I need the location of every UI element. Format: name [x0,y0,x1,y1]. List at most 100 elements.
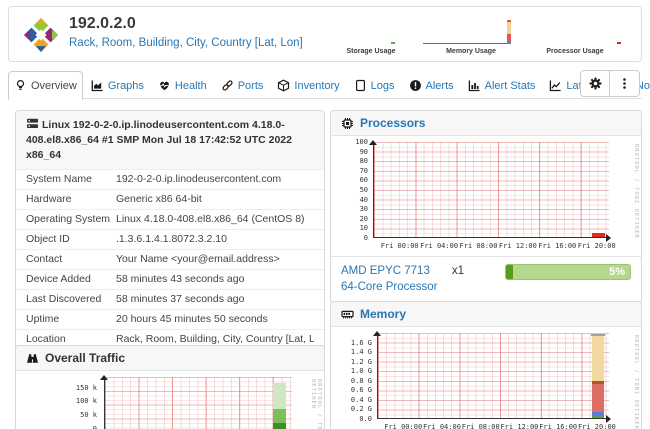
y-axis-arrow-icon [369,136,377,145]
x-tick: Fri 04:00 [420,242,458,250]
tab-alerts[interactable]: Alerts [403,72,460,99]
y-tick: 1.0 G [351,367,372,375]
row-label: Last Discovered [26,293,116,305]
y-tick: 40 [360,196,368,204]
y-tick: 0.0 [359,415,372,423]
memory-title: Memory [360,307,406,321]
cpu-usage-fill [506,265,513,279]
x-tick: Fri 00:00 [384,423,422,429]
processors-graph[interactable]: 100 90 80 70 60 50 40 30 20 10 0 Fri 00:… [337,138,635,254]
tab-label: Logs [371,80,395,92]
device-name: 192.0.2.0 [69,15,136,33]
processors-header: Processors [331,111,641,136]
row-value: 20 hours 45 minutes 50 seconds [116,313,314,325]
traffic-y-axis: 150 k 100 k 50 k 0 [66,377,101,429]
table-row: Uptime20 hours 45 minutes 50 seconds [16,309,324,329]
settings-button[interactable] [580,70,610,97]
table-row: Operating SystemLinux 4.18.0-408.el8.x86… [16,209,324,229]
storage-usage-minigraph[interactable]: Storage Usage [327,14,415,56]
x-tick: Fri 20:00 [578,242,616,250]
memory-header: Memory [331,302,641,327]
y-tick: 1.4 G [351,348,372,356]
row-label: Device Added [26,273,116,285]
overall-traffic-header: Overall Traffic [16,346,324,371]
kebab-menu-icon [618,77,631,90]
y-tick: 150 k [76,384,97,392]
server-icon [26,117,39,130]
cpu-link[interactable]: AMD EPYC 7713x1 64-Core Processor [341,263,464,295]
memory-used-bar [592,384,604,412]
rrdtool-watermark: RRDTOOL / TOBI OETIKER [633,335,639,429]
cpu-usage-progressbar: 5% [505,264,631,280]
row-label: Location [26,333,116,345]
memory-usage-spike-used [507,34,511,42]
y-tick: 60 [360,176,368,184]
memory-graph[interactable]: 1.6 G 1.4 G 1.2 G 1.0 G 0.8 G 0.6 G 0.4 … [337,329,635,429]
processors-plot-area [373,142,609,238]
cpu-description: 64-Core Processor [341,281,438,293]
tab-ports[interactable]: Ports [215,72,270,99]
memory-usage-spike-buffer [507,42,511,44]
more-menu-button[interactable] [610,70,640,97]
table-row: Object ID.1.3.6.1.4.1.8072.3.2.10 [16,229,324,249]
y-tick: 1.6 G [351,339,372,347]
tab-label: Alert Stats [485,80,536,92]
x-tick: Fri 16:00 [538,242,576,250]
tab-graphs[interactable]: Graphs [85,72,150,99]
traffic-plot-area [104,377,292,429]
header-mini-graphs: Storage Usage Memory Usage Processor Usa… [327,14,623,56]
x-tick: Fri 08:00 [462,423,500,429]
storage-usage-label: Storage Usage [327,48,415,55]
x-tick: Fri 12:00 [500,423,538,429]
row-value: .1.3.6.1.4.1.8072.3.2.10 [116,233,314,245]
row-label: System Name [26,173,116,185]
y-tick: 70 [360,167,368,175]
y-tick: 50 k [80,411,97,419]
y-tick: 1.2 G [351,358,372,366]
rrdtool-watermark: RRDTOOL / TOBI OETIKER [310,379,322,429]
memory-plot-area [377,333,609,419]
processor-usage-label: Processor Usage [527,48,623,55]
centos-logo-icon [23,17,59,53]
device-info-card: Linux 192-0-2-0.ip.linodeusercontent.com… [15,110,325,372]
cpu-icon [341,117,354,130]
table-row: ContactYour Name <your@email.address> [16,249,324,269]
x-tick: Fri 04:00 [423,423,461,429]
device-header-card: 192.0.2.0 Rack, Room, Building, City, Co… [8,6,642,62]
line-chart-icon [549,79,562,92]
processor-usage-minigraph[interactable]: Processor Usage [527,14,623,56]
row-value: Generic x86 64-bit [116,193,314,205]
processors-card: Processors 100 90 80 70 60 50 40 30 20 1… [330,110,642,304]
device-location-link[interactable]: Rack, Room, Building, City, Country [Lat… [69,37,303,49]
tab-alert-stats[interactable]: Alert Stats [462,72,542,99]
x-tick: Fri 16:00 [539,423,577,429]
tab-label: Overview [31,80,77,92]
row-value: 192-0-2-0.ip.linodeusercontent.com [116,173,314,185]
tab-inventory[interactable]: Inventory [271,72,345,99]
tab-health[interactable]: Health [152,72,213,99]
tab-logs[interactable]: Logs [348,72,401,99]
device-tab-bar: Overview Graphs Health Ports Inventory L… [8,70,642,99]
memory-cached-bar [592,336,604,381]
tab-overview[interactable]: Overview [8,71,83,100]
overall-traffic-card: Overall Traffic 150 k 100 k 50 k 0 RRDTO… [15,345,325,429]
bar-chart-icon [468,79,481,92]
y-tick: 0.4 G [351,396,372,404]
cube-icon [277,79,290,92]
table-row: Last Discovered58 minutes 37 seconds ago [16,289,324,309]
tab-label: Alerts [426,80,454,92]
processor-usage-mark [617,42,621,44]
row-label: Uptime [26,313,116,325]
area-chart-icon [91,79,104,92]
sysdescr-header: Linux 192-0-2-0.ip.linodeusercontent.com… [16,111,324,169]
table-row: HardwareGeneric x86 64-bit [16,189,324,209]
overall-traffic-graph[interactable]: 150 k 100 k 50 k 0 RRDTOOL / TOBI OETIKE… [22,373,318,429]
heartbeat-icon [158,79,171,92]
memory-usage-minigraph[interactable]: Memory Usage [421,14,521,56]
librenms-device-page: 192.0.2.0 Rack, Room, Building, City, Co… [0,0,650,429]
binoculars-icon [26,352,39,365]
y-tick: 0.8 G [351,377,372,385]
row-label: Contact [26,253,116,265]
row-value: Linux 4.18.0-408.el8.x86_64 (CentOS 8) [116,213,314,225]
y-tick: 0 [364,234,368,242]
